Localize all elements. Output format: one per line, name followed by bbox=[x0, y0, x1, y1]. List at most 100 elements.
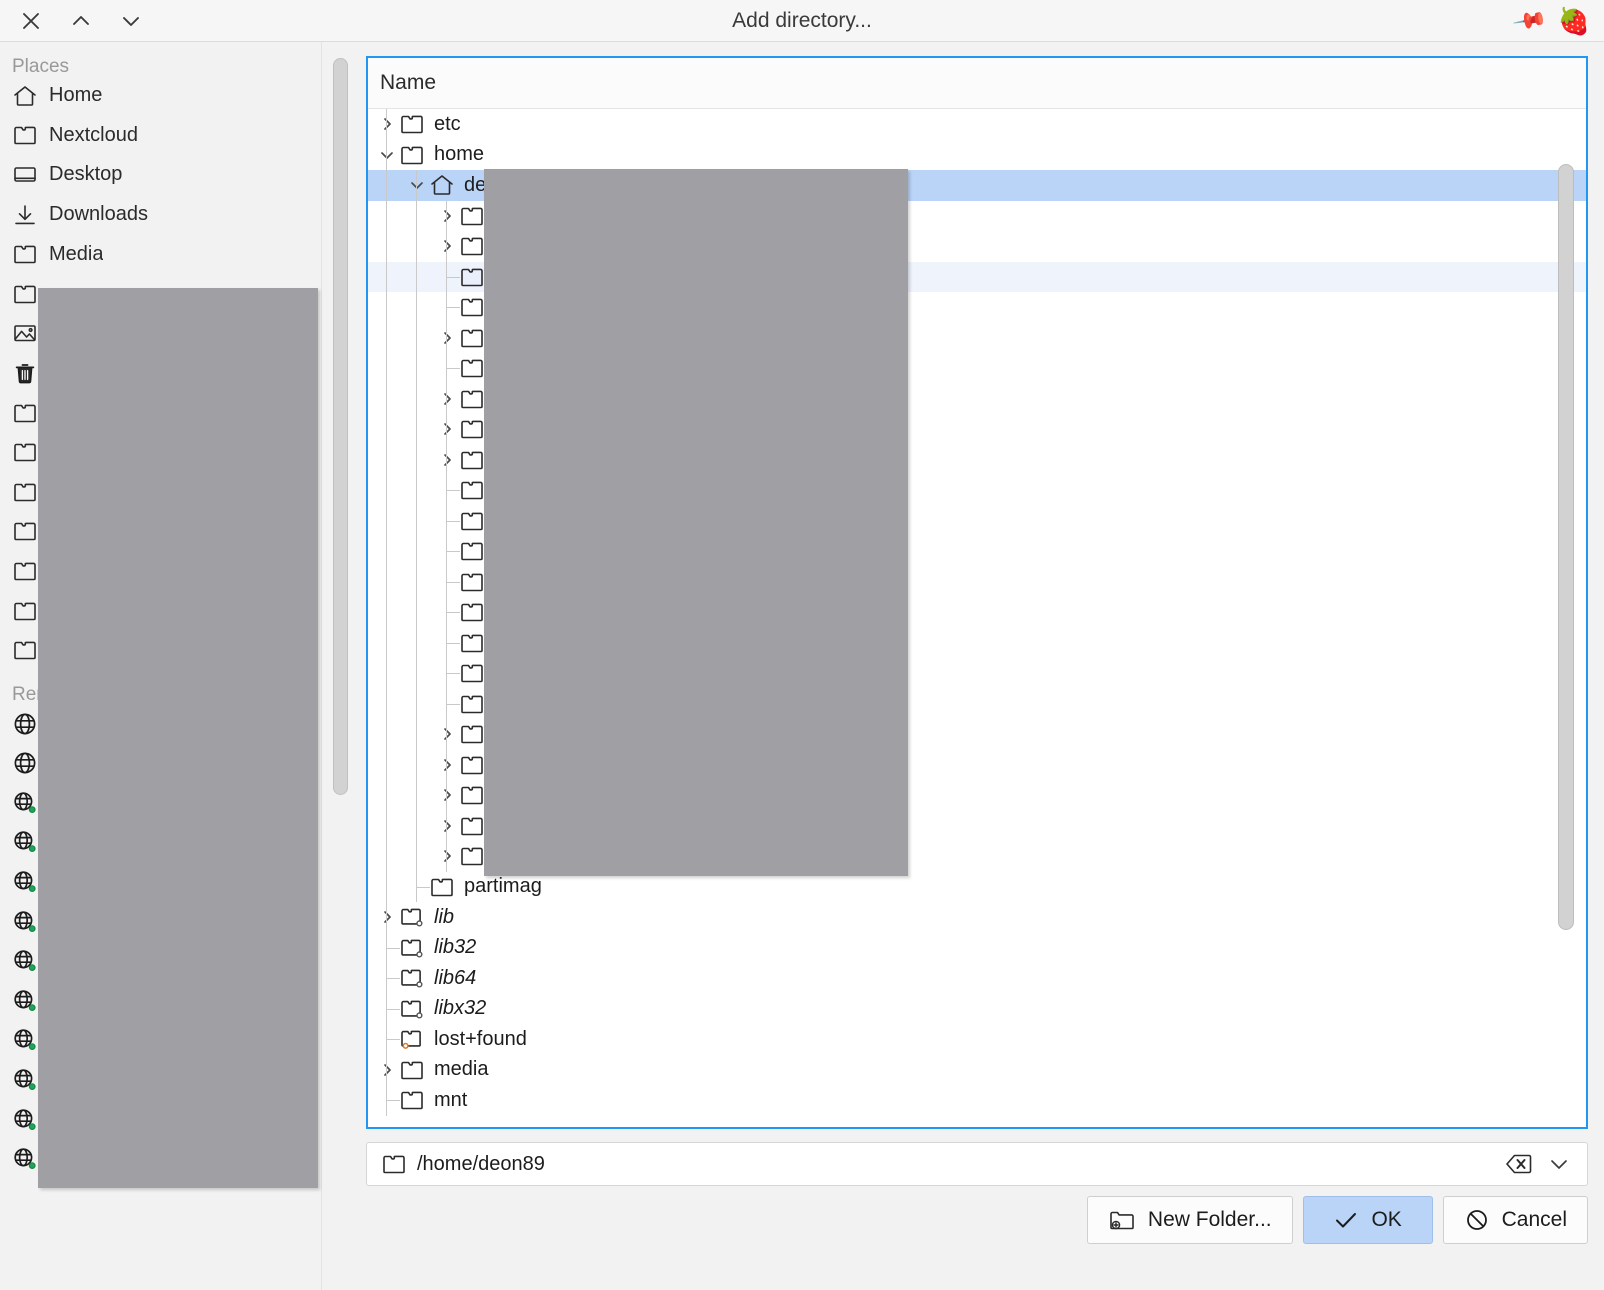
tree-guide-line bbox=[386, 109, 387, 1116]
tree-row-lib[interactable]: lib bbox=[368, 902, 1586, 933]
folder-icon bbox=[458, 752, 486, 778]
globe-connected-icon bbox=[12, 988, 38, 1014]
new-folder-button[interactable]: New Folder... bbox=[1086, 1196, 1293, 1244]
globe-icon bbox=[12, 711, 38, 737]
folder-icon bbox=[398, 111, 426, 137]
chevron-right-icon[interactable] bbox=[436, 205, 458, 227]
new-folder-label: New Folder... bbox=[1147, 1208, 1272, 1231]
folder-icon bbox=[458, 691, 486, 717]
tree-guide-elbow bbox=[446, 612, 460, 614]
tree-row-lib64[interactable]: lib64 bbox=[368, 963, 1586, 994]
pin-icon[interactable]: 📌 bbox=[1512, 2, 1549, 38]
folder-icon bbox=[458, 813, 486, 839]
tree-guide-elbow bbox=[386, 1039, 400, 1041]
tree-guide-elbow bbox=[446, 581, 460, 583]
chevron-right-icon[interactable] bbox=[436, 754, 458, 776]
ok-label: OK bbox=[1371, 1208, 1402, 1231]
globe-connected-icon bbox=[12, 1027, 38, 1053]
tree-row-home[interactable]: home bbox=[368, 140, 1586, 171]
chevron-right-icon[interactable] bbox=[436, 845, 458, 867]
sidebar-section-header: Places bbox=[12, 56, 70, 77]
title-bar-left-buttons bbox=[0, 6, 148, 36]
folder-icon bbox=[458, 660, 486, 686]
path-value[interactable]: /home/deon89 bbox=[417, 1153, 1499, 1176]
tree-row-lib32[interactable]: lib32 bbox=[368, 933, 1586, 964]
folder-icon bbox=[458, 782, 486, 808]
tree-guide-elbow bbox=[446, 276, 460, 278]
chevron-right-icon[interactable] bbox=[436, 235, 458, 257]
sidebar-item-nextcloud[interactable]: Nextcloud bbox=[0, 116, 321, 156]
sidebar-item-media[interactable]: Media bbox=[0, 234, 321, 274]
tree-row-media[interactable]: media bbox=[368, 1055, 1586, 1086]
redaction-overlay-sidebar bbox=[38, 288, 318, 1188]
folder-icon bbox=[398, 142, 426, 168]
cancel-button[interactable]: Cancel bbox=[1442, 1196, 1588, 1244]
chevron-up-icon[interactable] bbox=[64, 6, 98, 36]
sidebar-item-desktop[interactable]: Desktop bbox=[0, 155, 321, 195]
ok-button[interactable]: OK bbox=[1302, 1196, 1433, 1244]
folder-locked-icon bbox=[398, 1026, 426, 1052]
sidebar-item-label: Nextcloud bbox=[49, 123, 138, 146]
folder-icon bbox=[458, 203, 486, 229]
chevron-right-icon[interactable] bbox=[376, 906, 398, 928]
chevron-right-icon[interactable] bbox=[436, 388, 458, 410]
folder-icon bbox=[458, 416, 486, 442]
tree-column-header-name[interactable]: Name bbox=[368, 58, 1586, 109]
tree-row-libx32[interactable]: libx32 bbox=[368, 994, 1586, 1025]
tree-row-etc[interactable]: etc bbox=[368, 109, 1586, 140]
sidebar-item-label: Media bbox=[49, 242, 104, 265]
cancel-label: Cancel bbox=[1501, 1208, 1567, 1231]
tree-row-lost+found[interactable]: lost+found bbox=[368, 1024, 1586, 1055]
title-bar: Add directory... 📌 🍓 bbox=[0, 0, 1604, 42]
sidebar-item-home[interactable]: Home bbox=[0, 76, 321, 116]
folder-add-icon bbox=[1108, 1208, 1136, 1232]
path-input[interactable]: /home/deon89 bbox=[366, 1142, 1588, 1186]
tree-guide-elbow bbox=[446, 368, 460, 370]
chevron-right-icon[interactable] bbox=[436, 784, 458, 806]
tree-row-label: mnt bbox=[434, 1088, 468, 1111]
chevron-down-icon[interactable] bbox=[114, 6, 148, 36]
tree-row-label: etc bbox=[434, 112, 461, 135]
tree-row-mnt[interactable]: mnt bbox=[368, 1085, 1586, 1116]
sidebar-item-downloads[interactable]: Downloads bbox=[0, 195, 321, 235]
close-icon[interactable] bbox=[14, 6, 48, 36]
folder-link-icon bbox=[398, 996, 426, 1022]
tree-scrollbar-thumb[interactable] bbox=[1558, 164, 1574, 930]
window-title: Add directory... bbox=[732, 8, 872, 32]
folder-icon bbox=[458, 843, 486, 869]
chevron-right-icon[interactable] bbox=[436, 418, 458, 440]
folder-icon bbox=[458, 508, 486, 534]
tree-guide-elbow bbox=[446, 520, 460, 522]
chevron-right-icon[interactable] bbox=[436, 815, 458, 837]
folder-icon bbox=[12, 281, 38, 307]
tree-row-partimag[interactable]: partimag bbox=[368, 872, 1586, 903]
folder-icon bbox=[428, 874, 456, 900]
chevron-right-icon[interactable] bbox=[436, 723, 458, 745]
folder-icon bbox=[458, 630, 486, 656]
tree-row-label: media bbox=[434, 1058, 489, 1081]
folder-icon bbox=[458, 569, 486, 595]
chevron-down-icon[interactable] bbox=[376, 144, 398, 166]
chevron-down-icon[interactable] bbox=[406, 174, 428, 196]
tree-row-label: home bbox=[434, 143, 485, 166]
folder-link-icon bbox=[398, 904, 426, 930]
folder-icon bbox=[458, 233, 486, 259]
sidebar-scrollbar-thumb[interactable] bbox=[333, 58, 348, 795]
strawberry-icon: 🍓 bbox=[1557, 6, 1590, 36]
chevron-right-icon[interactable] bbox=[376, 1059, 398, 1081]
chevron-right-icon[interactable] bbox=[436, 449, 458, 471]
chevron-down-icon[interactable] bbox=[1539, 1144, 1579, 1184]
folder-icon bbox=[458, 538, 486, 564]
download-icon bbox=[12, 202, 38, 228]
globe-connected-icon bbox=[12, 869, 38, 895]
chevron-right-icon[interactable] bbox=[376, 113, 398, 135]
folder-icon bbox=[458, 599, 486, 625]
folder-icon bbox=[458, 386, 486, 412]
folder-link-icon bbox=[398, 965, 426, 991]
home-icon bbox=[12, 83, 38, 109]
folder-icon bbox=[12, 637, 38, 663]
tree-guide-elbow bbox=[446, 673, 460, 675]
clear-icon[interactable] bbox=[1499, 1144, 1539, 1184]
folder-icon bbox=[12, 122, 38, 148]
chevron-right-icon[interactable] bbox=[436, 327, 458, 349]
